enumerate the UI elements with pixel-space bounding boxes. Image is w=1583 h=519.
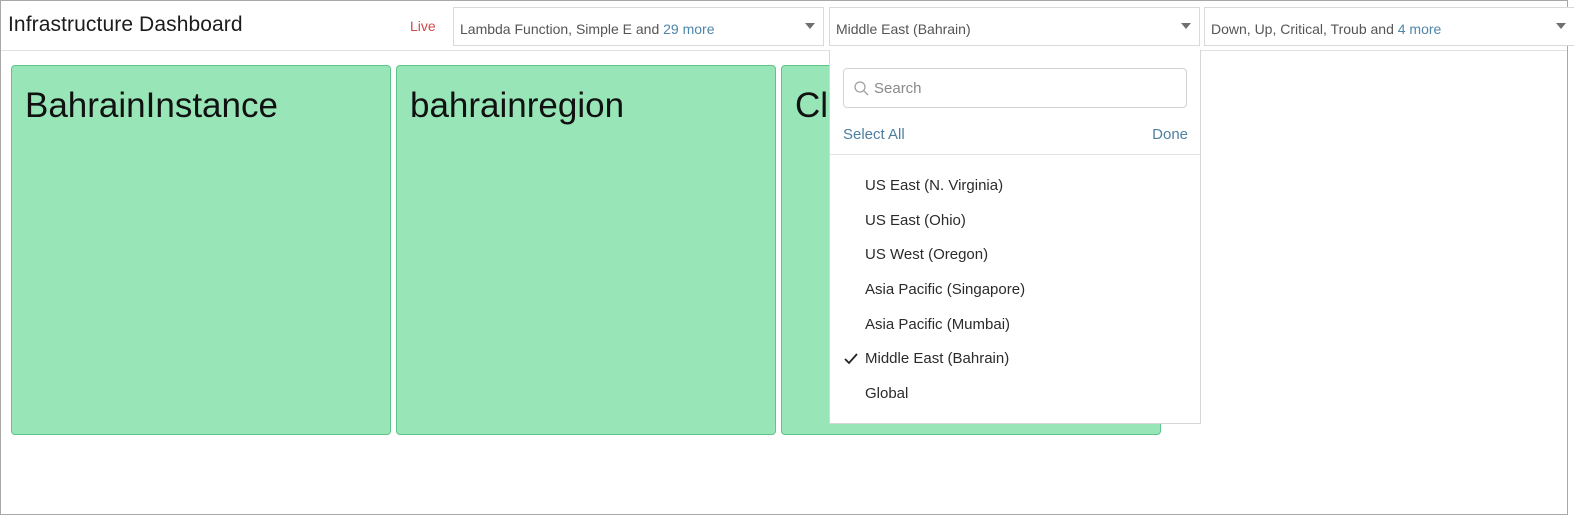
option-label: Asia Pacific (Mumbai) — [865, 315, 1011, 333]
filter-value: Middle East (Bahrain) — [836, 21, 971, 37]
option-label: US East (N. Virginia) — [865, 177, 1004, 194]
more-count-link[interactable]: 29 more — [663, 21, 714, 37]
region-option[interactable]: Asia Pacific (Singapore) — [830, 273, 1200, 308]
caret-down-icon[interactable] — [805, 23, 815, 29]
search-box[interactable] — [843, 68, 1187, 108]
page-title: Infrastructure Dashboard — [8, 13, 243, 36]
status-tile[interactable]: bahrainregion — [396, 65, 776, 435]
option-label: US West (Oregon) — [865, 246, 989, 264]
region-option[interactable]: US East (Ohio) — [830, 204, 1200, 239]
option-label: Middle East (Bahrain) — [865, 350, 1010, 368]
region-option[interactable]: Global — [830, 377, 1200, 412]
select-all-button[interactable]: Select All — [843, 126, 905, 143]
tile-name: BahrainInstance — [25, 86, 278, 125]
tile-name: Cl — [795, 86, 829, 125]
option-label: Global — [865, 385, 909, 403]
caret-down-icon[interactable] — [1181, 23, 1191, 29]
caret-down-icon[interactable] — [1556, 23, 1566, 29]
done-button[interactable]: Done — [1152, 126, 1188, 143]
option-label: Asia Pacific (Singapore) — [865, 281, 1026, 299]
region-option[interactable]: US West (Oregon) — [830, 238, 1200, 273]
top-bar: Infrastructure Dashboard Live Lambda Fun… — [1, 1, 1574, 51]
more-count-link[interactable]: 4 more — [1398, 21, 1442, 37]
status-tile[interactable]: BahrainInstance — [11, 65, 391, 435]
service-type-filter[interactable]: Lambda Function, Simple E and 29 more — [453, 7, 824, 46]
option-label: US East (Ohio) — [865, 211, 966, 229]
region-option[interactable]: Asia Pacific (Mumbai) — [830, 308, 1200, 343]
tile-name: bahrainregion — [410, 86, 625, 125]
region-option-selected[interactable]: Middle East (Bahrain) — [830, 342, 1200, 377]
search-icon — [854, 81, 869, 96]
divider — [830, 154, 1200, 155]
dashboard-window: Infrastructure Dashboard Live Lambda Fun… — [0, 0, 1574, 515]
region-dropdown-panel: Select All Done US East (N. Virginia) US… — [829, 50, 1201, 424]
filter-value: Lambda Function, Simple E and — [460, 21, 664, 37]
live-indicator[interactable]: Live — [410, 18, 436, 34]
checkmark-icon — [844, 353, 858, 365]
region-filter[interactable]: Middle East (Bahrain) — [829, 7, 1200, 46]
search-input[interactable] — [874, 69, 1174, 107]
status-filter[interactable]: Down, Up, Critical, Troub and 4 more — [1204, 7, 1574, 46]
region-option[interactable]: US East (N. Virginia) — [830, 169, 1200, 204]
region-options-list: US East (N. Virginia) US East (Ohio) US … — [830, 169, 1200, 412]
filter-value: Down, Up, Critical, Troub and — [1211, 21, 1398, 37]
